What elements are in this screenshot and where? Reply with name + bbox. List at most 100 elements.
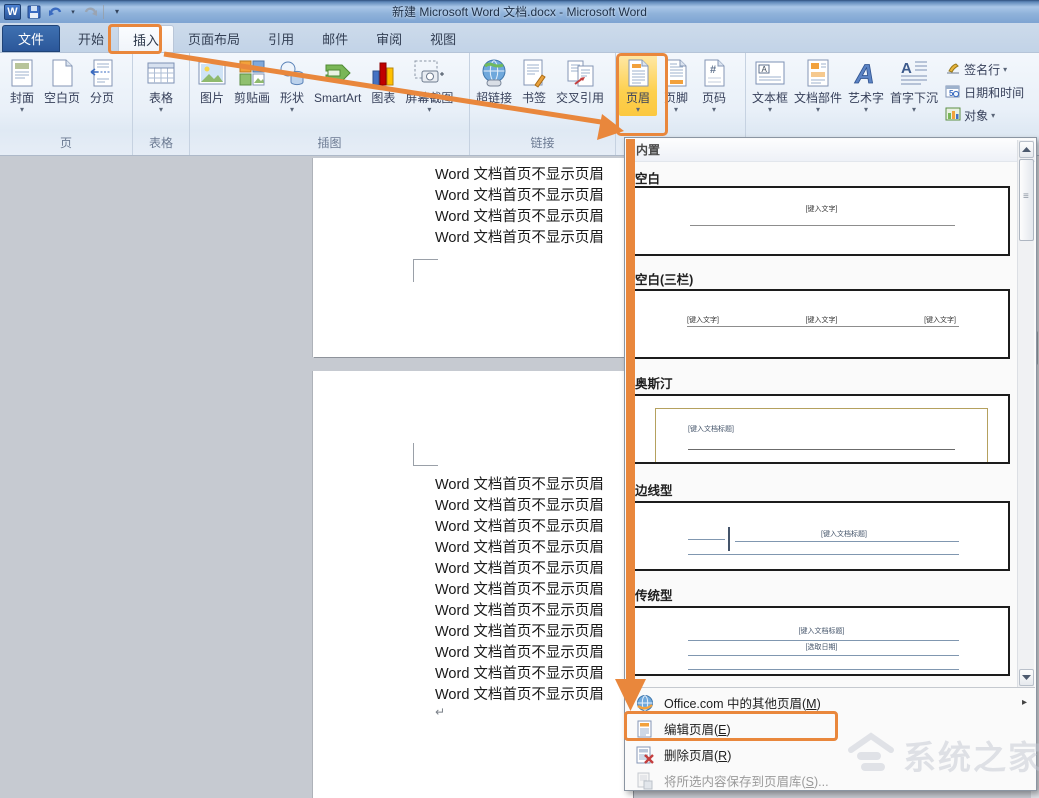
- placeholder-text: [键入文档标题]: [635, 626, 1008, 636]
- document-text-line: Word 文档首页不显示页眉: [435, 226, 625, 247]
- hyperlink-button[interactable]: 超链接▾: [473, 55, 515, 116]
- document-text-line: Word 文档首页不显示页眉: [435, 515, 625, 536]
- submenu-arrow-icon: ▸: [1022, 697, 1027, 708]
- placeholder-text: [键入文字]: [635, 204, 1008, 214]
- picture-icon: [196, 57, 228, 89]
- clip-art-icon: [236, 57, 268, 89]
- tab-review[interactable]: 审阅: [362, 25, 416, 52]
- tab-references[interactable]: 引用: [254, 25, 308, 52]
- document-page-2[interactable]: Word 文档首页不显示页眉 Word 文档首页不显示页眉 Word 文档首页不…: [313, 371, 633, 798]
- tab-home[interactable]: 开始: [64, 25, 118, 52]
- ribbon-group-links: 超链接▾ 书签▾ 交叉引用▾ 链接: [470, 53, 616, 155]
- footer-icon: [660, 57, 692, 89]
- page-break-button[interactable]: 分页▾: [83, 55, 121, 116]
- smartart-button[interactable]: SmartArt▾: [311, 55, 364, 116]
- gallery-item-blank-three-columns[interactable]: [键入文字] [键入文字] [键入文字]: [633, 289, 1010, 359]
- shapes-button[interactable]: 形状▾: [273, 55, 311, 116]
- quick-parts-icon: [802, 57, 834, 89]
- document-text-line: Word 文档首页不显示页眉: [435, 662, 625, 683]
- document-text-line: Word 文档首页不显示页眉: [435, 641, 625, 662]
- document-text-line: Word 文档首页不显示页眉: [435, 620, 625, 641]
- document-text-line: Word 文档首页不显示页眉: [435, 536, 625, 557]
- hyperlink-icon: [478, 57, 510, 89]
- placeholder-text: [键入文档标题]: [735, 529, 953, 539]
- drop-cap-icon: A: [898, 57, 930, 89]
- gallery-section-header: 内置: [626, 139, 1035, 162]
- gallery-scrollbar[interactable]: [1017, 140, 1034, 687]
- document-page-1[interactable]: Word 文档首页不显示页眉 Word 文档首页不显示页眉 Word 文档首页不…: [313, 158, 633, 357]
- gallery-item-label-conservative: 传统型: [635, 585, 673, 604]
- gallery-item-blank[interactable]: [键入文字]: [633, 186, 1010, 256]
- text-boundary-mark: [413, 443, 438, 466]
- page-number-button[interactable]: # 页码▾: [695, 55, 733, 116]
- chart-icon: [367, 57, 399, 89]
- object-button[interactable]: 对象▾: [945, 105, 1024, 125]
- save-selection-icon: [626, 772, 664, 790]
- quick-parts-button[interactable]: 文档部件▾: [791, 55, 845, 116]
- screenshot-button[interactable]: 屏幕截图▾: [402, 55, 456, 116]
- gallery-item-label-blank: 空白: [635, 168, 660, 187]
- ribbon-tab-bar: 文件 开始 插入 页面布局 引用 邮件 审阅 视图: [0, 23, 1039, 53]
- bookmark-button[interactable]: 书签▾: [515, 55, 553, 116]
- word-application-window: W ▾ ▾ 新建 Microsoft Word 文档.docx - Micros…: [0, 0, 1039, 798]
- remove-header-icon: [626, 746, 664, 764]
- group-label-tables: 表格: [133, 134, 189, 155]
- header-menu-commands: Office.com 中的其他页眉(M) ▸ 编辑页眉(E) 删除页眉(R): [626, 687, 1035, 790]
- screenshot-icon: [413, 57, 445, 89]
- tab-mailings[interactable]: 邮件: [308, 25, 362, 52]
- scroll-up-icon[interactable]: [1019, 141, 1034, 158]
- menu-item-remove-header[interactable]: 删除页眉(R): [626, 742, 1035, 767]
- cover-page-button[interactable]: 封面▾: [3, 55, 41, 116]
- bookmark-icon: [518, 57, 550, 89]
- menu-item-edit-header[interactable]: 编辑页眉(E): [626, 716, 1035, 741]
- tab-insert[interactable]: 插入: [118, 25, 174, 52]
- menu-item-label: 将所选内容保存到页眉库(S)...: [664, 771, 829, 790]
- cross-reference-button[interactable]: 交叉引用▾: [553, 55, 607, 116]
- placeholder-text: [选取日期]: [635, 642, 1008, 652]
- date-and-time-button[interactable]: 5 日期和时间: [945, 82, 1024, 102]
- document-text-line: Word 文档首页不显示页眉: [435, 205, 625, 226]
- wordart-button[interactable]: A 艺术字▾: [845, 55, 887, 116]
- gallery-item-label-austin: 奥斯汀: [635, 373, 673, 392]
- tab-file[interactable]: 文件: [2, 25, 60, 52]
- gallery-item-austin[interactable]: [键入文档标题]: [633, 394, 1010, 464]
- header-button[interactable]: 页眉▾: [619, 55, 657, 116]
- paragraph-mark: ↵: [435, 705, 445, 719]
- header-gallery-dropdown: 内置 空白 [键入文字] 空白(三栏) [键入文字] [键入文字] [键入文字]…: [624, 137, 1037, 791]
- scroll-down-icon[interactable]: [1019, 669, 1034, 686]
- smartart-icon: [322, 57, 354, 89]
- document-text-line: Word 文档首页不显示页眉: [435, 163, 625, 184]
- page-break-icon: [86, 57, 118, 89]
- table-button[interactable]: 表格▾: [142, 55, 180, 116]
- placeholder-text: [键入文字]: [924, 315, 956, 325]
- ribbon-group-pages: 封面▾ 空白页▾ 分页▾ 页: [0, 53, 133, 155]
- shapes-icon: [276, 57, 308, 89]
- gallery-item-conservative[interactable]: [键入文档标题] [选取日期]: [633, 606, 1010, 676]
- document-text-line: Word 文档首页不显示页眉: [435, 683, 625, 704]
- group-label-pages: 页: [0, 134, 132, 155]
- picture-button[interactable]: 图片▾: [193, 55, 231, 116]
- text-box-button[interactable]: A 文本框▾: [749, 55, 791, 116]
- drop-cap-button[interactable]: A 首字下沉▾: [887, 55, 941, 116]
- tab-page-layout[interactable]: 页面布局: [174, 25, 254, 52]
- text-boundary-mark: [413, 259, 438, 282]
- signature-line-button[interactable]: 签名行▾: [945, 59, 1024, 79]
- tab-view[interactable]: 视图: [416, 25, 470, 52]
- document-text-line: Word 文档首页不显示页眉: [435, 473, 625, 494]
- clip-art-button[interactable]: 剪贴画▾: [231, 55, 273, 116]
- chart-button[interactable]: 图表▾: [364, 55, 402, 116]
- blank-page-button[interactable]: 空白页▾: [41, 55, 83, 116]
- gallery-item-label-blank-three-columns: 空白(三栏): [635, 269, 693, 288]
- menu-item-label: 删除页眉(R): [664, 745, 731, 764]
- gallery-scrollbar-thumb[interactable]: [1019, 159, 1034, 241]
- gallery-item-sideline[interactable]: [键入文档标题]: [633, 501, 1010, 571]
- menu-item-more-headers-from-office-com[interactable]: Office.com 中的其他页眉(M) ▸: [626, 690, 1035, 715]
- cross-reference-icon: [564, 57, 596, 89]
- document-text-line: Word 文档首页不显示页眉: [435, 184, 625, 205]
- cover-page-icon: [6, 57, 38, 89]
- svg-text:A: A: [854, 59, 875, 88]
- date-and-time-icon: 5: [945, 84, 961, 101]
- footer-button[interactable]: 页脚▾: [657, 55, 695, 116]
- office-com-globe-icon: [626, 694, 664, 712]
- ribbon-group-tables: 表格▾ 表格: [133, 53, 190, 155]
